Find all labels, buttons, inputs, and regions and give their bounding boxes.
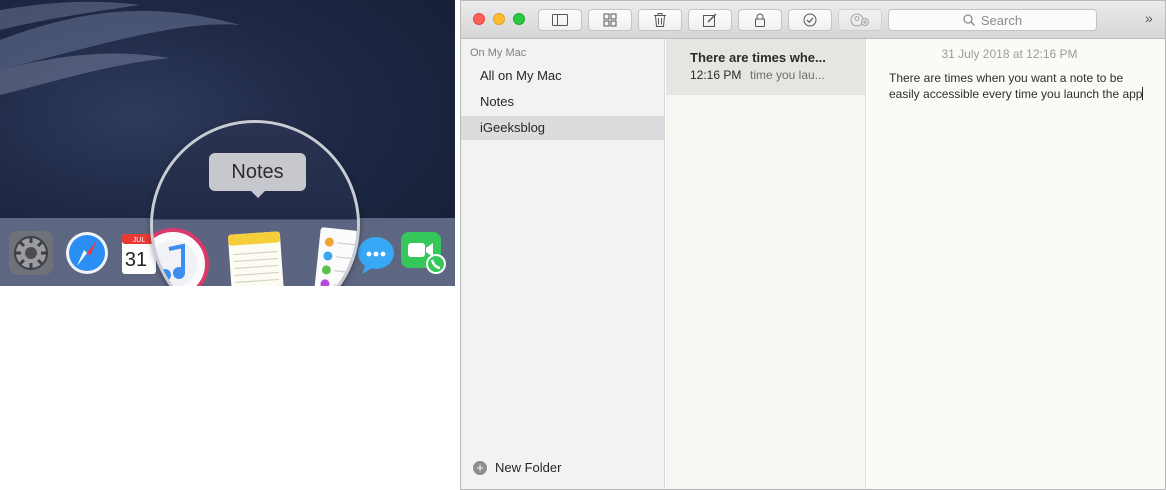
note-editor[interactable]: 31 July 2018 at 12:16 PM There are times… (867, 39, 1165, 489)
new-note-button[interactable] (688, 9, 732, 31)
list-item[interactable]: There are times whe... 12:16 PM time you… (666, 39, 865, 95)
toolbar: Search » (461, 1, 1165, 39)
sidebar-item-igeeksblog[interactable]: iGeeksblog (461, 116, 664, 140)
notes-tooltip: Notes (209, 153, 306, 191)
screenshot: JUL 31 Notes Search » On My Mac All on M… (0, 0, 1166, 490)
note-preview: time you lau... (750, 68, 825, 82)
safari-icon[interactable] (64, 230, 110, 276)
lock-icon (755, 13, 765, 27)
folders-sidebar: On My Mac All on My Mac Notes iGeeksblog… (461, 39, 665, 489)
note-time: 12:16 PM (690, 68, 742, 82)
note-date: 31 July 2018 at 12:16 PM (941, 47, 1078, 61)
calendar-month: JUL (133, 237, 146, 244)
note-list: There are times whe... 12:16 PM time you… (666, 39, 866, 489)
system-preferences-icon[interactable] (8, 230, 54, 276)
plus-circle-icon: + (473, 460, 487, 475)
delete-button[interactable] (638, 9, 682, 31)
zoom-button[interactable] (513, 13, 525, 25)
blank-area (0, 286, 455, 490)
close-button[interactable] (473, 13, 485, 25)
grid-icon (603, 13, 617, 27)
sidebar-item-notes[interactable]: Notes (461, 90, 664, 114)
sidebar-section-header: On My Mac (470, 47, 527, 59)
attachments-browser-button[interactable] (588, 9, 632, 31)
add-people-icon (850, 13, 869, 27)
search-icon (963, 14, 975, 26)
minimize-button[interactable] (493, 13, 505, 25)
add-people-button[interactable] (838, 9, 882, 31)
search-field[interactable]: Search (888, 9, 1097, 31)
calendar-day: 31 (125, 249, 147, 271)
facetime-icon[interactable] (400, 230, 446, 276)
toolbar-overflow-chevron-icon[interactable]: » (1145, 10, 1153, 26)
compose-icon (703, 13, 717, 27)
checklist-button[interactable] (788, 9, 832, 31)
note-body-text[interactable]: There are times when you want a note to … (889, 70, 1149, 102)
trash-icon (654, 13, 666, 27)
note-body: There are times when you want a note to … (889, 71, 1143, 101)
checkmark-circle-icon (803, 13, 817, 27)
lock-button[interactable] (738, 9, 782, 31)
toggle-sidebar-button[interactable] (538, 9, 582, 31)
tooltip-arrow (250, 190, 266, 198)
messages-icon[interactable] (356, 230, 402, 276)
new-folder-label: New Folder (495, 460, 562, 475)
note-title: There are times whe... (690, 50, 826, 65)
sidebar-icon (552, 14, 568, 26)
sidebar-item-all-on-my-mac[interactable]: All on My Mac (461, 64, 664, 88)
text-cursor (1142, 87, 1144, 100)
new-folder-button[interactable]: + New Folder (473, 460, 561, 475)
search-placeholder: Search (980, 12, 1023, 28)
notes-window: Search » On My Mac All on My Mac Notes i… (460, 0, 1166, 490)
